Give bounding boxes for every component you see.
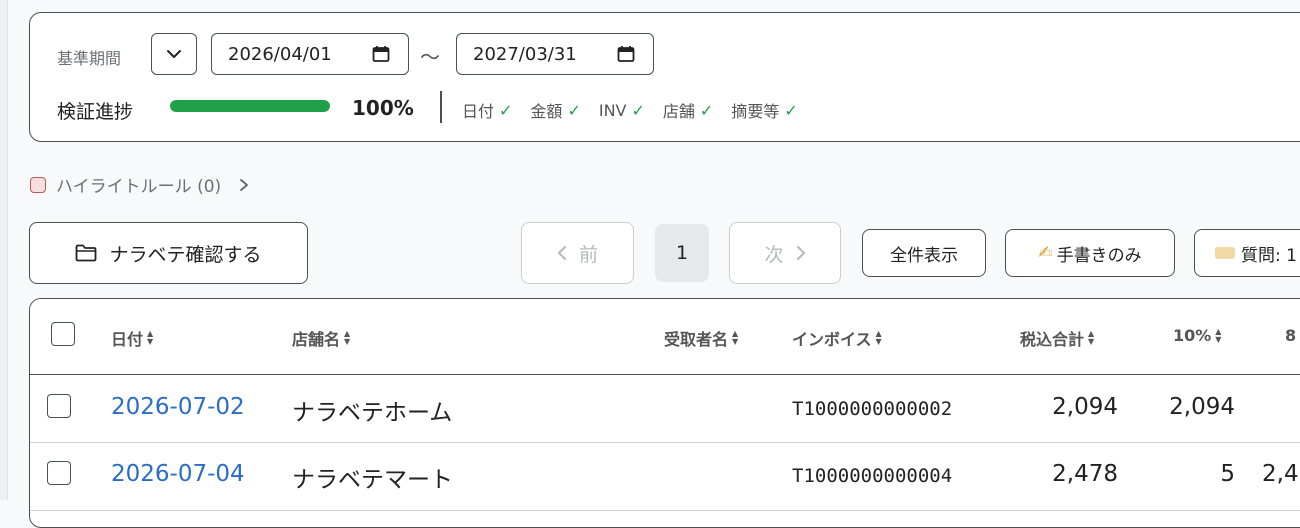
checkmark-icon: ✓ (567, 100, 581, 120)
table-row[interactable]: 2026-07-02 ナラベテホーム T1000000000002 2,094 … (30, 375, 1300, 443)
row-tax10: 5 (1220, 461, 1235, 487)
date-from-value: 2026/04/01 (228, 43, 332, 65)
row-date-link[interactable]: 2026-07-02 (111, 394, 245, 420)
handwritten-only-label: 手書きのみ (1056, 245, 1142, 266)
row-tax10: 2,094 (1169, 394, 1235, 420)
row-invoice: T1000000000002 (792, 398, 953, 420)
row-total: 2,478 (1052, 461, 1118, 487)
header-total[interactable]: 税込合計 ▲ ▼ (1020, 326, 1094, 350)
highlight-rule-label: ハイライトルール (0) (56, 177, 222, 197)
progress-label: 検証進捗 (57, 101, 134, 123)
select-all-checkbox[interactable] (51, 322, 75, 346)
header-tax8[interactable]: 8 (1285, 326, 1296, 345)
row-checkbox[interactable] (47, 461, 71, 485)
folder-icon (76, 244, 97, 262)
next-page-label: 次 (764, 243, 784, 266)
confirm-button-label: ナラベテ確認する (109, 243, 262, 266)
row-invoice: T1000000000004 (792, 465, 953, 487)
next-page-button[interactable]: 次 (729, 222, 841, 284)
header-store[interactable]: 店舗名 ▲ ▼ (292, 326, 350, 350)
header-tax10[interactable]: 10% ▲ ▼ (1173, 326, 1221, 345)
page-number-1[interactable]: 1 (655, 224, 709, 282)
checkmark-icon: ✓ (499, 100, 513, 120)
sort-icon: ▲ ▼ (344, 329, 351, 346)
checkmark-icon: ✓ (784, 100, 798, 120)
progress-percent: 100% (352, 96, 414, 120)
row-date-link[interactable]: 2026-07-04 (111, 461, 245, 487)
show-all-button[interactable]: 全件表示 (862, 229, 986, 277)
checkmark-icon: ✓ (631, 100, 645, 120)
question-label: 質問: 1 (1241, 245, 1297, 266)
tag-icon (1215, 247, 1235, 259)
date-to-value: 2027/03/31 (473, 43, 577, 65)
check-amount: 金額 ✓ (530, 100, 581, 122)
sort-icon: ▲ ▼ (147, 329, 154, 346)
check-store: 店舗 ✓ (662, 100, 714, 122)
confirm-button[interactable]: ナラベテ確認する (29, 222, 308, 284)
chevron-right-icon (240, 178, 249, 191)
prev-page-label: 前 (578, 243, 598, 266)
question-button[interactable]: 質問: 1 (1194, 229, 1300, 277)
row-total: 2,094 (1052, 394, 1118, 420)
writing-hand-icon: ✍ (1038, 243, 1053, 263)
table-header: 日付 ▲ ▼ 店舗名 ▲ ▼ 受取者名 ▲ ▼ インボイス ▲ ▼ 税込合計 ▲ ▼ 10% ▲ ▼ 8 (30, 299, 1300, 375)
header-payee[interactable]: 受取者名 ▲ ▼ (664, 326, 738, 350)
date-from-input[interactable]: 2026/04/01 (211, 33, 409, 75)
sort-icon: ▲ ▼ (875, 329, 882, 346)
row-store: ナラベテホーム (292, 400, 453, 426)
progress-bar (170, 100, 330, 112)
row-tax8: 2,4 (1262, 461, 1299, 487)
header-date[interactable]: 日付 ▲ ▼ (111, 326, 153, 350)
highlight-swatch (30, 176, 46, 193)
verification-checks: 日付 ✓ 金額 ✓ INV ✓ 店舗 ✓ 摘要等 ✓ (462, 98, 798, 122)
header-invoice[interactable]: インボイス ▲ ▼ (792, 326, 882, 350)
period-label: 基準期間 (57, 49, 122, 68)
period-select-button[interactable] (151, 33, 197, 75)
chevron-left-icon (557, 246, 566, 260)
filter-panel: 基準期間 2026/04/01 〜 2027/03/31 検証進捗 100% 日… (29, 12, 1300, 142)
handwritten-only-button[interactable]: ✍ 手書きのみ (1005, 229, 1175, 277)
show-all-label: 全件表示 (890, 245, 958, 266)
sort-icon: ▲ ▼ (1215, 326, 1222, 344)
row-checkbox[interactable] (47, 394, 71, 418)
check-date: 日付 ✓ (462, 100, 513, 122)
left-edge (0, 0, 8, 500)
chevron-down-icon (167, 50, 181, 58)
table-row[interactable]: 2026-07-04 ナラベテマート T1000000000004 2,478 … (30, 443, 1300, 511)
date-to-input[interactable]: 2027/03/31 (456, 33, 654, 75)
sort-icon: ▲ ▼ (732, 329, 739, 346)
receipts-table: 日付 ▲ ▼ 店舗名 ▲ ▼ 受取者名 ▲ ▼ インボイス ▲ ▼ 税込合計 ▲ ▼ 10% ▲ ▼ 8… (29, 298, 1300, 528)
row-store: ナラベテマート (292, 467, 453, 493)
calendar-icon[interactable] (372, 45, 390, 63)
check-inv: INV ✓ (598, 100, 645, 120)
date-separator: 〜 (420, 45, 440, 69)
prev-page-button[interactable]: 前 (521, 222, 634, 284)
divider (440, 91, 442, 123)
progress-bar-fill (170, 100, 330, 112)
check-memo: 摘要等 ✓ (731, 100, 798, 122)
highlight-rule-toggle[interactable]: ハイライトルール (0) (30, 172, 249, 197)
sort-icon: ▲ ▼ (1088, 329, 1095, 346)
checkmark-icon: ✓ (699, 100, 714, 120)
calendar-icon[interactable] (617, 45, 635, 63)
chevron-right-icon (796, 246, 805, 260)
